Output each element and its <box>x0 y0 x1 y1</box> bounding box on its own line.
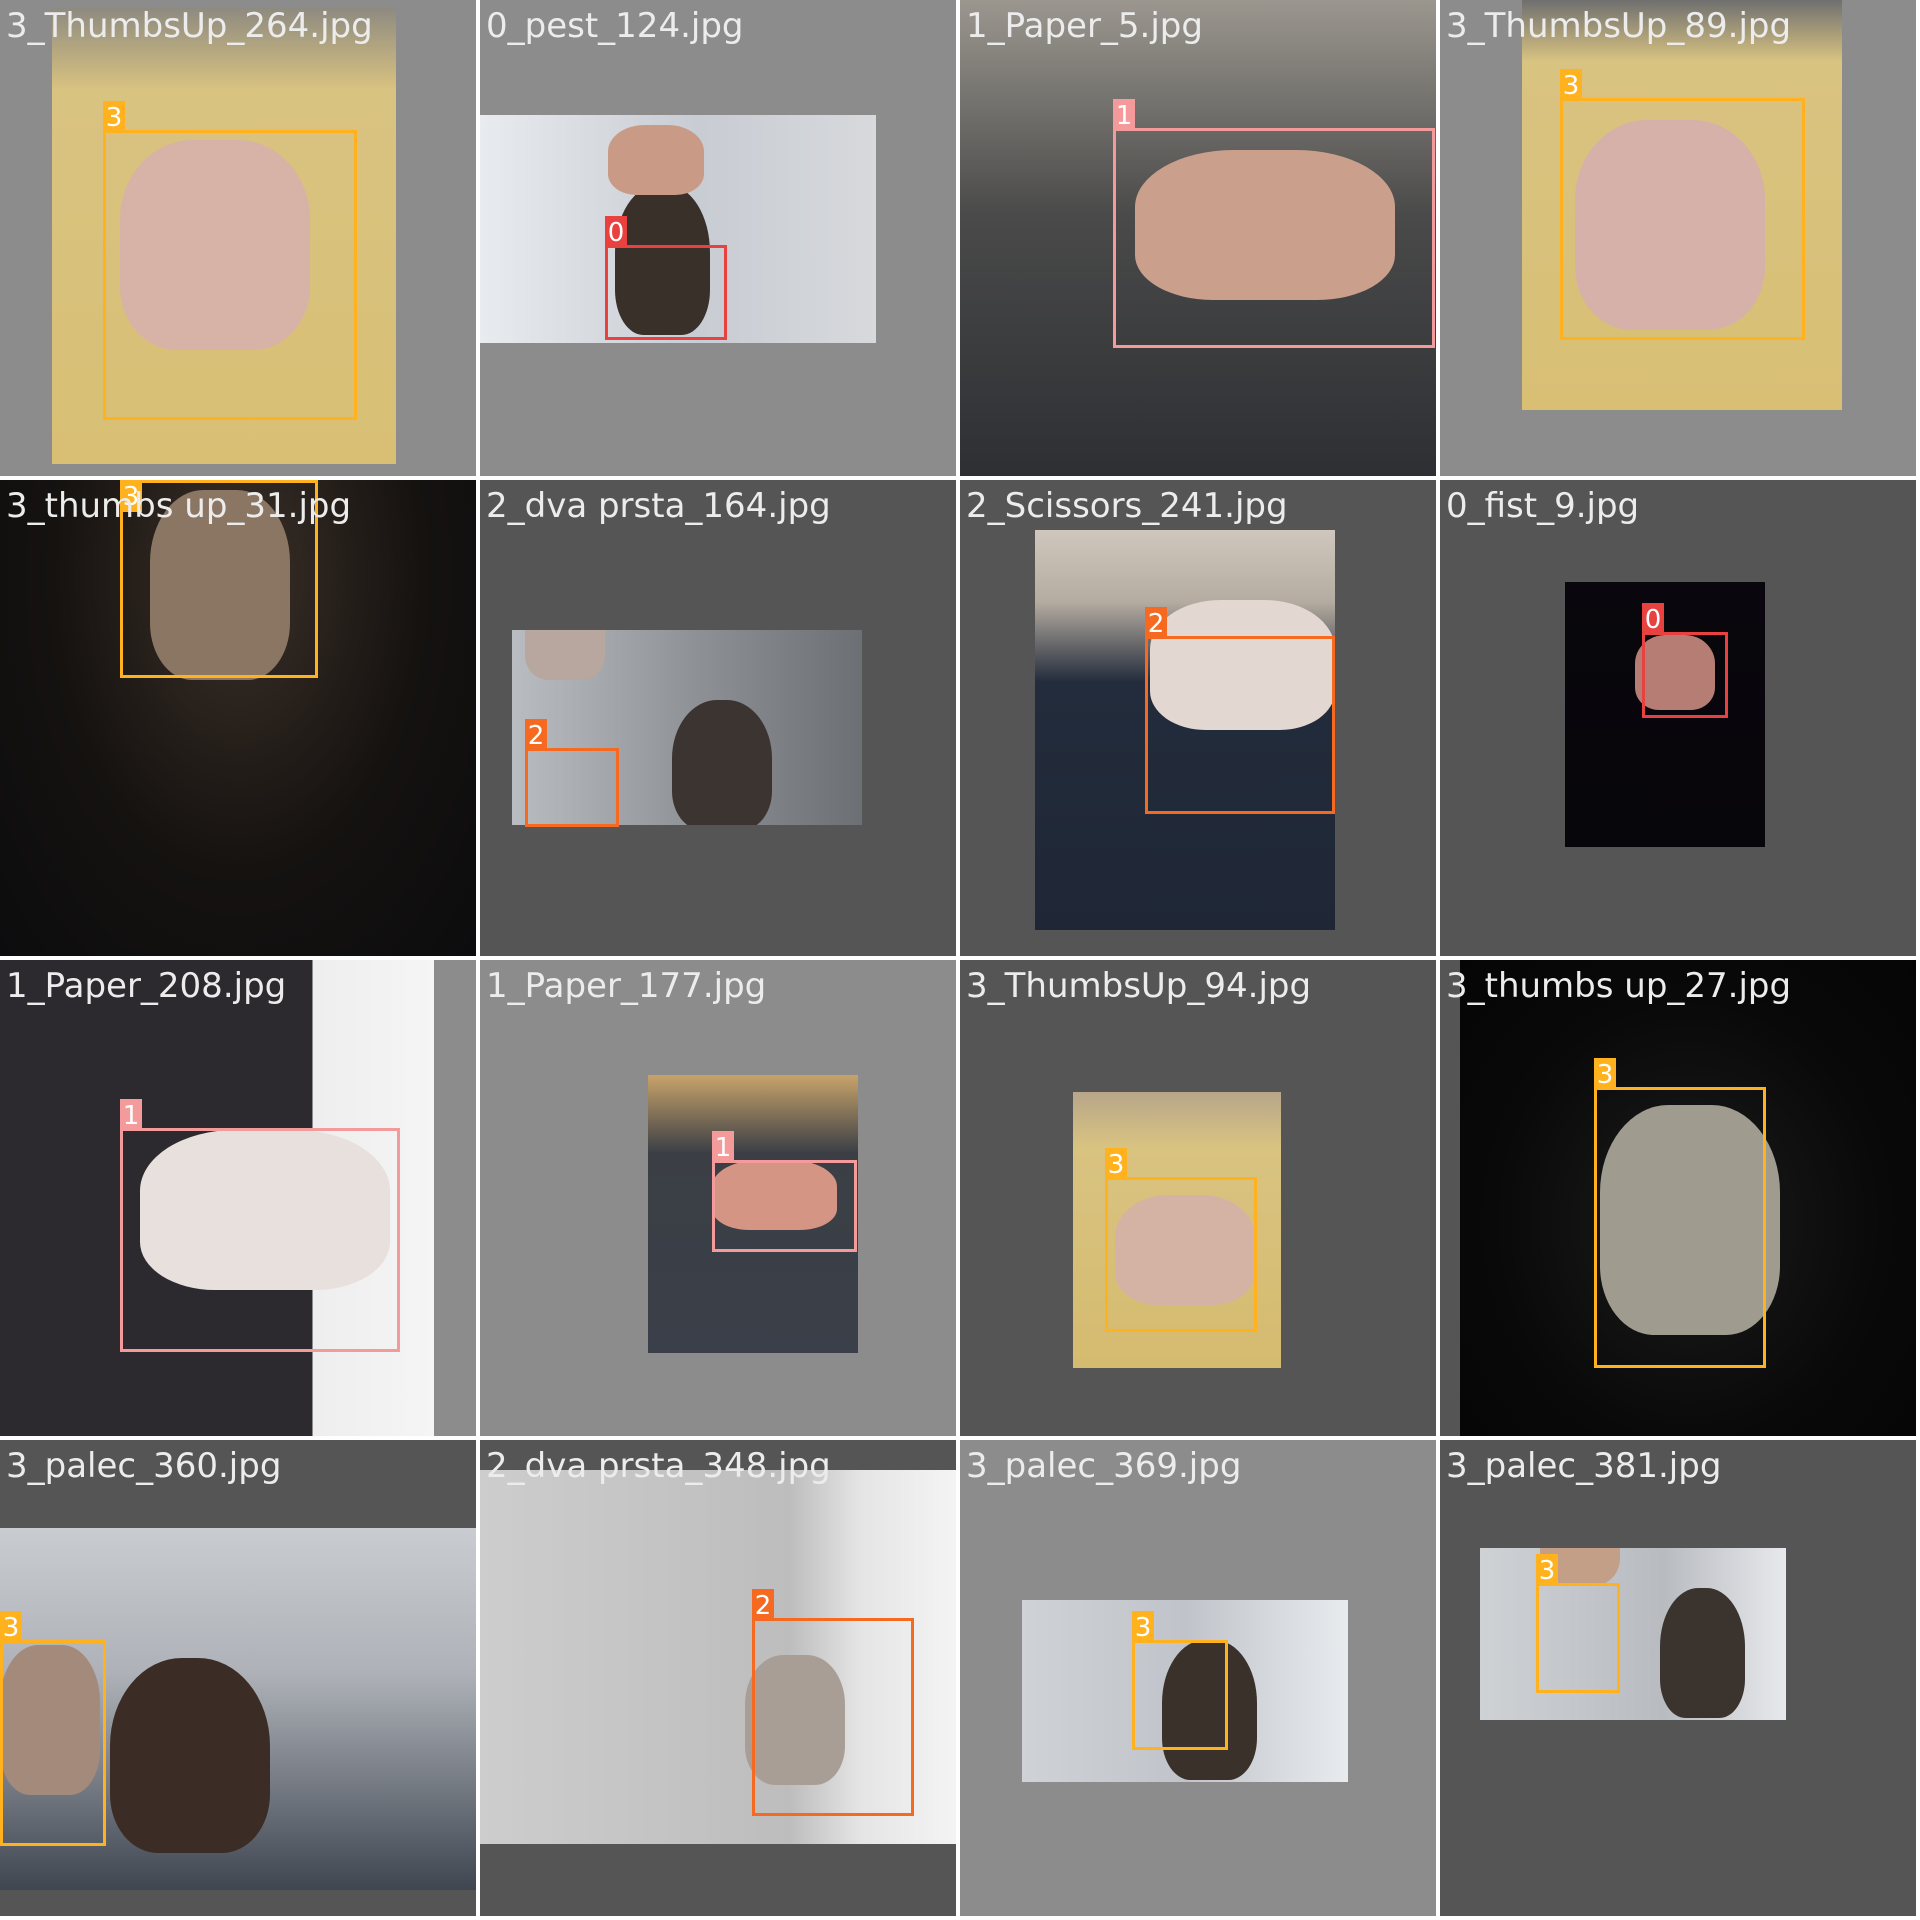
tile-3[interactable]: 1 1_Paper_5.jpg <box>960 0 1436 476</box>
tile-filename: 3_palec_360.jpg <box>6 1446 282 1486</box>
bounding-box: 3 <box>1560 69 1805 340</box>
bounding-box: 0 <box>1642 603 1728 718</box>
tile-7[interactable]: 2 2_Scissors_241.jpg <box>960 480 1436 956</box>
tile-filename: 1_Paper_208.jpg <box>6 966 287 1006</box>
tile-filename: 0_pest_124.jpg <box>486 6 744 46</box>
bounding-box: 2 <box>1145 607 1335 814</box>
class-label-badge: 1 <box>120 1099 142 1131</box>
class-label-badge: 3 <box>1105 1148 1127 1180</box>
bounding-box: 1 <box>712 1131 857 1252</box>
tile-filename: 3_ThumbsUp_94.jpg <box>966 966 1312 1006</box>
bounding-box: 0 <box>605 216 727 340</box>
tile-filename: 2_Scissors_241.jpg <box>966 486 1288 526</box>
bounding-box: 1 <box>1113 99 1435 348</box>
tile-14[interactable]: 2 2_dva prsta_348.jpg <box>480 1440 956 1916</box>
hand-gesture <box>525 630 605 680</box>
tile-filename: 1_Paper_177.jpg <box>486 966 767 1006</box>
tile-filename: 3_thumbs up_27.jpg <box>1446 966 1792 1006</box>
tile-5[interactable]: 3 3_thumbs up_31.jpg <box>0 480 476 956</box>
tile-15[interactable]: 3 3_palec_369.jpg <box>960 1440 1436 1916</box>
tile-filename: 3_palec_369.jpg <box>966 1446 1242 1486</box>
class-label-badge: 3 <box>1132 1611 1154 1643</box>
class-label-badge: 1 <box>1113 99 1135 131</box>
class-label-badge: 0 <box>1642 603 1664 635</box>
bounding-box: 1 <box>120 1099 400 1352</box>
tile-filename: 2_dva prsta_164.jpg <box>486 486 831 526</box>
tile-9[interactable]: 1 1_Paper_208.jpg <box>0 960 476 1436</box>
person-silhouette <box>1660 1588 1745 1718</box>
tile-12[interactable]: 3 3_thumbs up_27.jpg <box>1440 960 1916 1436</box>
class-label-badge: 2 <box>1145 607 1167 639</box>
person-silhouette <box>672 700 772 825</box>
hand-gesture <box>608 125 704 195</box>
class-label-badge: 3 <box>0 1611 22 1643</box>
tile-filename: 3_thumbs up_31.jpg <box>6 486 352 526</box>
tile-13[interactable]: 3 3_palec_360.jpg <box>0 1440 476 1916</box>
class-label-badge: 3 <box>103 101 125 133</box>
tile-filename: 0_fist_9.jpg <box>1446 486 1640 526</box>
tile-filename: 2_dva prsta_348.jpg <box>486 1446 831 1486</box>
bounding-box: 3 <box>1536 1554 1620 1693</box>
tile-filename: 3_palec_381.jpg <box>1446 1446 1722 1486</box>
class-label-badge: 3 <box>1594 1058 1616 1090</box>
tile-8[interactable]: 0 0_fist_9.jpg <box>1440 480 1916 956</box>
bounding-box: 3 <box>1594 1058 1766 1368</box>
tile-4[interactable]: 3 3_ThumbsUp_89.jpg <box>1440 0 1916 476</box>
bounding-box: 3 <box>103 101 357 420</box>
tile-11[interactable]: 3 3_ThumbsUp_94.jpg <box>960 960 1436 1436</box>
class-label-badge: 1 <box>712 1131 734 1163</box>
tile-1[interactable]: 3 3_ThumbsUp_264.jpg <box>0 0 476 476</box>
image-grid: 3 3_ThumbsUp_264.jpg 0 0_pest_124.jpg 1 1_Pap… <box>0 0 1920 1920</box>
class-label-badge: 2 <box>752 1589 774 1621</box>
bounding-box: 3 <box>0 1611 106 1846</box>
class-label-badge: 2 <box>525 719 547 751</box>
tile-photo <box>1480 1548 1786 1720</box>
bounding-box: 2 <box>525 719 619 827</box>
tile-filename: 3_ThumbsUp_89.jpg <box>1446 6 1792 46</box>
tile-10[interactable]: 1 1_Paper_177.jpg <box>480 960 956 1436</box>
tile-16[interactable]: 3 3_palec_381.jpg <box>1440 1440 1916 1916</box>
tile-filename: 3_ThumbsUp_264.jpg <box>6 6 373 46</box>
person-silhouette <box>110 1658 270 1853</box>
class-label-badge: 3 <box>1560 69 1582 101</box>
class-label-badge: 0 <box>605 216 627 248</box>
bounding-box: 2 <box>752 1589 914 1816</box>
tile-filename: 1_Paper_5.jpg <box>966 6 1203 46</box>
tile-6[interactable]: 2 2_dva prsta_164.jpg <box>480 480 956 956</box>
tile-2[interactable]: 0 0_pest_124.jpg <box>480 0 956 476</box>
bounding-box: 3 <box>1105 1148 1257 1332</box>
class-label-badge: 3 <box>1536 1554 1558 1586</box>
bounding-box: 3 <box>1132 1611 1228 1750</box>
